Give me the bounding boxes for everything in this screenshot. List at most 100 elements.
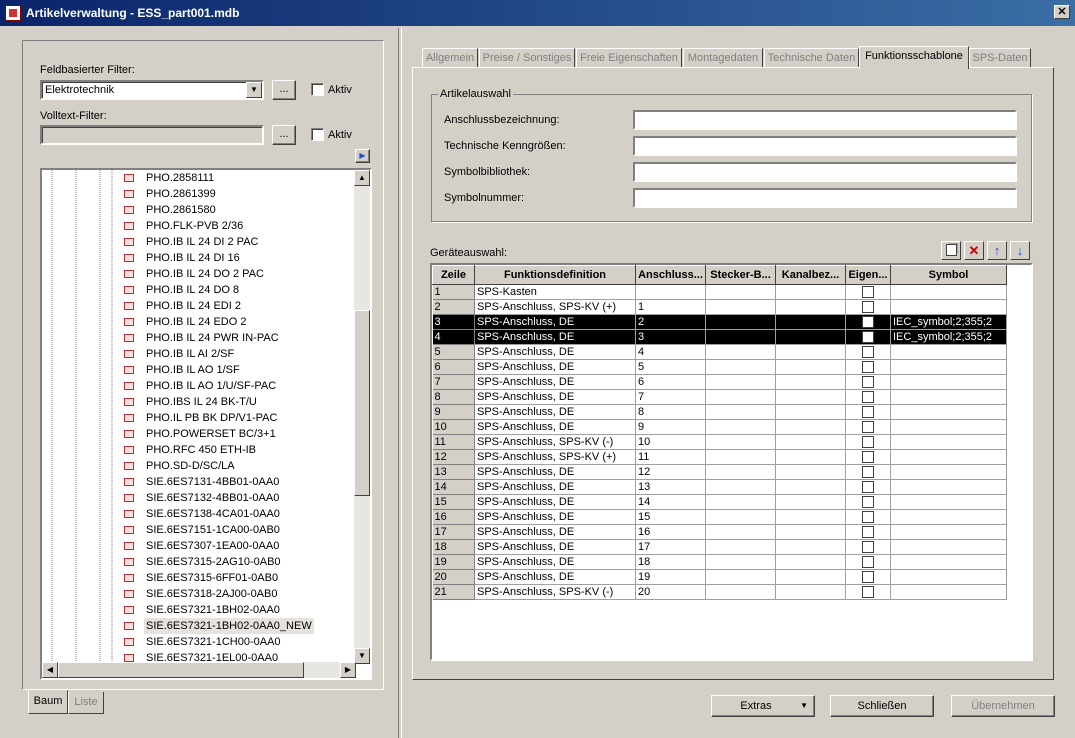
eigen-checkbox[interactable] [862,541,874,553]
title-bar[interactable]: Artikelverwaltung - ESS_part001.mdb ✕ [0,0,1075,26]
col-stecker[interactable]: Stecker-B... [705,265,776,285]
eigen-cell[interactable] [845,584,891,600]
funktionsdefinition-cell[interactable]: SPS-Anschluss, DE [474,359,636,375]
eigen-cell[interactable] [845,404,891,420]
anschluss-cell[interactable]: 10 [635,434,706,450]
tree-item[interactable]: PHO.IB IL 24 PWR IN-PAC [42,330,356,346]
row-number[interactable]: 17 [432,524,475,540]
funktionsdefinition-cell[interactable]: SPS-Anschluss, DE [474,524,636,540]
stecker-cell[interactable] [705,494,776,510]
eigen-cell[interactable] [845,494,891,510]
field-filter-active-checkbox[interactable] [311,83,324,96]
kanalbez-cell[interactable] [775,524,846,540]
tree-item[interactable]: SIE.6ES7315-2AG10-0AB0 [42,554,356,570]
funktionsdefinition-cell[interactable]: SPS-Anschluss, SPS-KV (+) [474,449,636,465]
stecker-cell[interactable] [705,584,776,600]
symbolbibliothek-field[interactable] [633,162,1017,182]
row-number[interactable]: 11 [432,434,475,450]
kanalbez-cell[interactable] [775,494,846,510]
tree-item[interactable]: PHO.FLK-PVB 2/36 [42,218,356,234]
tree-item[interactable]: PHO.RFC 450 ETH-IB [42,442,356,458]
symbol-cell[interactable] [890,509,1007,525]
delete-row-button[interactable]: ✕ [964,241,984,260]
row-number[interactable]: 14 [432,479,475,495]
anschluss-cell[interactable]: 11 [635,449,706,465]
table-row[interactable]: 6 SPS-Anschluss, DE 5 [432,359,1007,375]
eigen-checkbox[interactable] [862,376,874,388]
tree-item[interactable]: PHO.SD-D/SC/LA [42,458,356,474]
table-row[interactable]: 10 SPS-Anschluss, DE 9 [432,419,1007,435]
new-row-button[interactable] [941,241,961,260]
col-funktionsdefinition[interactable]: Funktionsdefinition [474,265,636,285]
eigen-checkbox[interactable] [862,526,874,538]
funktionsdefinition-cell[interactable]: SPS-Anschluss, DE [474,479,636,495]
eigen-checkbox[interactable] [862,511,874,523]
eigen-checkbox[interactable] [862,481,874,493]
row-number[interactable]: 3 [432,314,475,330]
field-filter-combo[interactable]: Elektrotechnik ▼ [40,80,264,100]
row-number[interactable]: 5 [432,344,475,360]
row-number[interactable]: 9 [432,404,475,420]
eigen-checkbox[interactable] [862,361,874,373]
funktionsdefinition-cell[interactable]: SPS-Anschluss, DE [474,569,636,585]
tab-freie-eigenschaften[interactable]: Freie Eigenschaften [576,48,682,68]
stecker-cell[interactable] [705,554,776,570]
tree-item[interactable]: SIE.6ES7315-6FF01-0AB0 [42,570,356,586]
anschluss-cell[interactable]: 17 [635,539,706,555]
kanalbez-cell[interactable] [775,404,846,420]
tab-baum[interactable]: Baum [28,690,68,714]
tab-liste[interactable]: Liste [68,692,104,714]
scroll-right-icon[interactable]: ▶ [340,662,356,678]
table-row[interactable]: 19 SPS-Anschluss, DE 18 [432,554,1007,570]
scroll-down-icon[interactable]: ▼ [354,648,370,664]
eigen-checkbox[interactable] [862,421,874,433]
kanalbez-cell[interactable] [775,569,846,585]
kanalbez-cell[interactable] [775,449,846,465]
col-symbol[interactable]: Symbol [890,265,1007,285]
stecker-cell[interactable] [705,344,776,360]
row-number[interactable]: 12 [432,449,475,465]
stecker-cell[interactable] [705,509,776,525]
table-row[interactable]: 12 SPS-Anschluss, SPS-KV (+) 11 [432,449,1007,465]
anschluss-cell[interactable]: 6 [635,374,706,390]
eigen-checkbox[interactable] [862,316,874,328]
eigen-checkbox[interactable] [862,391,874,403]
chevron-down-icon[interactable]: ▼ [246,82,262,98]
tree-item[interactable]: SIE.6ES7138-4CA01-0AA0 [42,506,356,522]
eigen-checkbox[interactable] [862,331,874,343]
col-anschluss[interactable]: Anschluss... [635,265,706,285]
panel-splitter[interactable] [398,28,402,738]
row-number[interactable]: 6 [432,359,475,375]
table-row[interactable]: 4 SPS-Anschluss, DE 3 IEC_symbol;2;355;2 [432,329,1007,345]
funktionsdefinition-cell[interactable]: SPS-Anschluss, DE [474,344,636,360]
eigen-cell[interactable] [845,554,891,570]
apply-button[interactable]: Übernehmen [951,695,1055,717]
anschluss-cell[interactable]: 20 [635,584,706,600]
anschluss-cell[interactable]: 5 [635,359,706,375]
anschluss-cell[interactable]: 13 [635,479,706,495]
tab-montagedaten[interactable]: Montagedaten [683,48,763,68]
funktionsdefinition-cell[interactable]: SPS-Kasten [474,284,636,300]
col-eigen[interactable]: Eigen... [845,265,891,285]
funktionsdefinition-cell[interactable]: SPS-Anschluss, DE [474,554,636,570]
table-row[interactable]: 14 SPS-Anschluss, DE 13 [432,479,1007,495]
anschluss-cell[interactable]: 1 [635,299,706,315]
table-row[interactable]: 7 SPS-Anschluss, DE 6 [432,374,1007,390]
kanalbez-cell[interactable] [775,299,846,315]
move-down-button[interactable]: ↓ [1010,241,1030,260]
eigen-cell[interactable] [845,374,891,390]
eigen-cell[interactable] [845,569,891,585]
row-number[interactable]: 10 [432,419,475,435]
eigen-cell[interactable] [845,449,891,465]
tab-allgemein[interactable]: Allgemein [422,48,478,68]
funktionsdefinition-cell[interactable]: SPS-Anschluss, DE [474,494,636,510]
funktionsdefinition-cell[interactable]: SPS-Anschluss, DE [474,329,636,345]
funktionsdefinition-cell[interactable]: SPS-Anschluss, SPS-KV (-) [474,434,636,450]
extras-button[interactable]: Extras ▼ [711,695,815,717]
tree-item[interactable]: PHO.2861580 [42,202,356,218]
funktionsdefinition-cell[interactable]: SPS-Anschluss, DE [474,404,636,420]
eigen-cell[interactable] [845,314,891,330]
stecker-cell[interactable] [705,419,776,435]
technische-kenngroessen-field[interactable] [633,136,1017,156]
stecker-cell[interactable] [705,479,776,495]
